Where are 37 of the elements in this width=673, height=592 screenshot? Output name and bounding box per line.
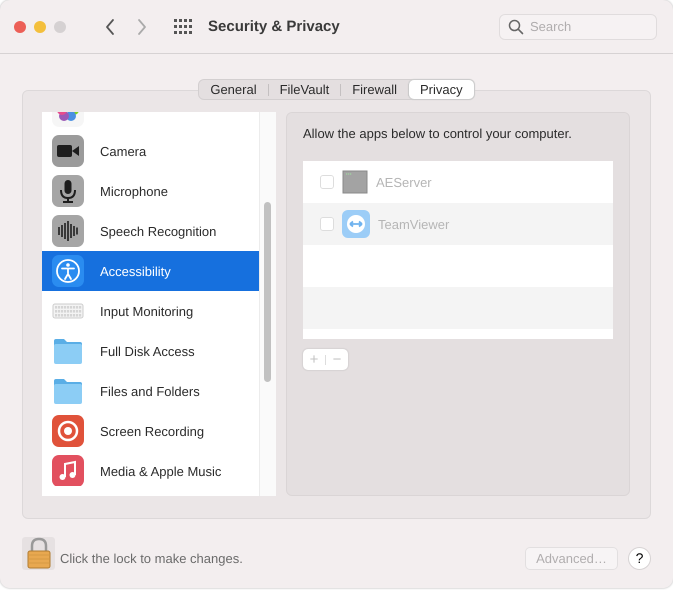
video-camera-icon [52,135,84,167]
sidebar-item[interactable]: Accessibility [42,251,260,291]
forward-icon[interactable] [136,18,148,36]
microphone-icon [52,175,84,207]
sidebar-item[interactable]: Files and Folders [42,371,260,411]
close-button[interactable] [14,20,26,32]
sidebar-item[interactable]: Input Monitoring [42,291,260,331]
padlock-icon [26,537,52,569]
back-icon[interactable] [104,18,116,36]
tab[interactable]: General [199,80,268,99]
search-field[interactable]: Search [499,14,657,40]
lock-message: Click the lock to make changes. [60,550,244,566]
tab[interactable]: FileVault [268,80,340,99]
search-icon [508,18,524,34]
waveform-icon [52,215,84,247]
grid-icon[interactable] [174,18,192,34]
zoom-button[interactable] [54,20,66,32]
window-title: Security & Privacy [208,18,341,35]
terminal-icon [342,169,368,195]
minimize-button[interactable] [34,20,46,32]
sidebar-item[interactable]: Camera [42,131,260,171]
music-note-icon [52,455,84,486]
sidebar-item[interactable]: Media & Apple Music [42,451,260,486]
app-name: TeamViewer [378,216,450,232]
scrollbar-thumb[interactable] [264,202,272,382]
sidebar-item[interactable]: Full Disk Access [42,331,260,371]
description-text: Allow the apps below to control your computer. [303,126,573,141]
sidebar-item[interactable]: Microphone [42,171,260,211]
tab[interactable]: Firewall [341,80,408,99]
accessibility-icon [52,255,84,287]
app-name: AEServer [376,174,432,190]
sidebar-item[interactable]: Speech Recognition [42,211,260,251]
lock-button[interactable] [22,536,55,570]
record-icon [52,415,84,447]
help-button[interactable]: ? [628,546,651,570]
sidebar-item[interactable]: Screen Recording [42,411,260,451]
tab[interactable]: Privacy [409,80,474,99]
